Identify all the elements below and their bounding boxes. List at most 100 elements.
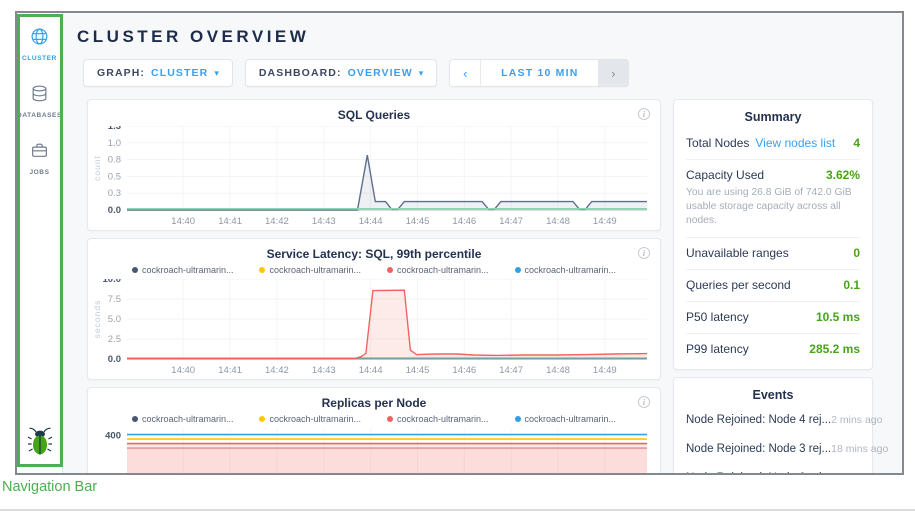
legend-dot-icon — [387, 267, 393, 273]
time-range-value[interactable]: LAST 10 MIN — [480, 60, 598, 86]
svg-text:14:44: 14:44 — [359, 216, 383, 227]
summary-row-value: 0.1 — [843, 278, 860, 292]
legend-item: cockroach-ultramarin... — [259, 414, 361, 424]
databases-icon — [30, 84, 49, 108]
summary-row-label: P99 latency — [686, 342, 749, 356]
chart-title: Service Latency: SQL, 99th percentile — [91, 247, 657, 261]
sidebar-item-label: JOBS — [29, 169, 49, 176]
dashboard-content: SQL Queries i 0.00.30.50.81.01.314:4014:… — [87, 99, 902, 473]
summary-row-label: Unavailable ranges — [686, 246, 789, 260]
graph-dropdown-label: GRAPH: — [97, 67, 145, 79]
dashboard-dropdown[interactable]: DASHBOARD: OVERVIEW ▾ — [245, 59, 437, 87]
event-row[interactable]: Node Rejoined: Node 3 rej...18 mins ago — [686, 435, 860, 464]
svg-text:14:43: 14:43 — [312, 365, 336, 376]
svg-text:14:49: 14:49 — [593, 365, 617, 376]
svg-text:seconds: seconds — [92, 300, 102, 339]
time-range-next-button[interactable]: › — [598, 60, 628, 86]
main-content: CLUSTER OVERVIEW GRAPH: CLUSTER ▾ DASHBO… — [63, 13, 902, 473]
svg-text:14:47: 14:47 — [499, 216, 523, 227]
summary-row: Queries per second0.1 — [686, 270, 860, 302]
legend-dot-icon — [259, 267, 265, 273]
service-latency-chart-card: Service Latency: SQL, 99th percentile i … — [87, 238, 661, 380]
event-row[interactable]: Node Rejoined: Node 4 rej...2 mins ago — [686, 406, 860, 435]
svg-text:2.5: 2.5 — [108, 334, 121, 345]
view-nodes-list-link[interactable]: View nodes list — [755, 136, 835, 150]
sidebar-nav: CLUSTER DATABASES JOBS — [17, 27, 62, 198]
summary-row: Total Nodes View nodes list 4 — [686, 128, 860, 160]
charts-column: SQL Queries i 0.00.30.50.81.01.314:4014:… — [87, 99, 661, 473]
summary-row-value: 0 — [853, 246, 860, 260]
svg-text:14:47: 14:47 — [499, 365, 523, 376]
info-icon[interactable]: i — [638, 108, 650, 120]
summary-rows: Total NodesView nodes list4Capacity Used… — [686, 128, 860, 365]
svg-text:0.0: 0.0 — [108, 354, 121, 365]
summary-row: P99 latency 285.2 ms — [686, 334, 860, 365]
event-rows: Node Rejoined: Node 4 rej...2 mins agoNo… — [686, 406, 860, 473]
summary-row-value: 4 — [853, 136, 860, 150]
chart-title: Replicas per Node — [91, 396, 657, 410]
svg-text:14:45: 14:45 — [406, 365, 430, 376]
svg-text:5.0: 5.0 — [108, 314, 121, 325]
svg-text:14:46: 14:46 — [452, 365, 476, 376]
toolbar: GRAPH: CLUSTER ▾ DASHBOARD: OVERVIEW ▾ ‹… — [83, 59, 902, 87]
svg-text:7.5: 7.5 — [108, 294, 121, 305]
info-icon[interactable]: i — [638, 396, 650, 408]
legend-item: cockroach-ultramarin... — [132, 414, 234, 424]
sidebar-item-jobs[interactable]: JOBS — [29, 141, 49, 176]
app-window: CLUSTER DATABASES JOBS CLUSTER OVERVIEW GR… — [15, 11, 904, 475]
legend-item: cockroach-ultramarin... — [515, 414, 617, 424]
cockroachdb-logo[interactable] — [27, 426, 53, 461]
svg-text:14:45: 14:45 — [406, 216, 430, 227]
time-range-prev-button[interactable]: ‹ — [450, 60, 480, 86]
sidebar-item-databases[interactable]: DATABASES — [17, 84, 62, 119]
sql-queries-chart-card: SQL Queries i 0.00.30.50.81.01.314:4014:… — [87, 99, 661, 231]
summary-title: Summary — [686, 100, 860, 128]
sidebar-item-cluster[interactable]: CLUSTER — [22, 27, 57, 62]
events-title: Events — [686, 378, 860, 406]
event-text: Node Rejoined: Node 4 rej... — [686, 414, 831, 426]
time-range-selector: ‹ LAST 10 MIN › — [449, 59, 629, 87]
summary-row-value: 285.2 ms — [809, 342, 860, 356]
events-panel: Events Node Rejoined: Node 4 rej...2 min… — [673, 377, 873, 473]
svg-text:10.0: 10.0 — [103, 279, 122, 285]
legend-dot-icon — [259, 416, 265, 422]
annotation-bottom-rule — [0, 509, 915, 511]
svg-text:14:48: 14:48 — [546, 365, 570, 376]
right-column: Summary Total NodesView nodes list4Capac… — [673, 99, 873, 473]
svg-text:14:46: 14:46 — [452, 216, 476, 227]
replicas-per-node-chart-card: Replicas per Node i cockroach-ultramarin… — [87, 387, 661, 473]
svg-text:1.0: 1.0 — [108, 138, 121, 149]
event-time: 18 mins ago — [831, 443, 888, 455]
summary-row-caption: You are using 26.8 GiB of 742.0 GiB usab… — [686, 186, 860, 228]
svg-text:14:43: 14:43 — [312, 216, 336, 227]
svg-text:0.8: 0.8 — [108, 155, 121, 166]
service-latency-plot: 0.02.55.07.510.014:4014:4114:4214:4314:4… — [91, 279, 657, 379]
chevron-down-icon: ▾ — [419, 68, 424, 79]
summary-row-value: 3.62% — [826, 168, 860, 182]
legend-item: cockroach-ultramarin... — [387, 265, 489, 275]
chart-legend: cockroach-ultramarin... cockroach-ultrama… — [91, 265, 657, 275]
sidebar-item-label: DATABASES — [17, 112, 62, 119]
svg-text:14:42: 14:42 — [265, 216, 289, 227]
event-row[interactable]: Node Rejoined: Node 2 rej...31 mins ago — [686, 464, 860, 473]
svg-text:count: count — [92, 155, 102, 181]
svg-text:14:48: 14:48 — [546, 216, 570, 227]
navigation-sidebar: CLUSTER DATABASES JOBS — [17, 13, 63, 473]
sql-queries-plot: 0.00.30.50.81.01.314:4014:4114:4214:4314… — [91, 126, 657, 230]
graph-dropdown[interactable]: GRAPH: CLUSTER ▾ — [83, 59, 233, 87]
svg-text:0.3: 0.3 — [108, 188, 121, 199]
event-time: 2 mins ago — [831, 414, 882, 426]
svg-text:14:42: 14:42 — [265, 365, 289, 376]
svg-text:400: 400 — [105, 431, 121, 442]
event-text: Node Rejoined: Node 3 rej... — [686, 443, 831, 455]
svg-text:0.0: 0.0 — [108, 205, 121, 216]
summary-row-label: Total Nodes — [686, 136, 749, 150]
dashboard-dropdown-label: DASHBOARD: — [259, 67, 342, 79]
svg-text:14:41: 14:41 — [218, 216, 242, 227]
legend-dot-icon — [515, 267, 521, 273]
cluster-globe-icon — [30, 27, 49, 51]
info-icon[interactable]: i — [638, 247, 650, 259]
jobs-icon — [30, 141, 49, 165]
chevron-down-icon: ▾ — [214, 68, 219, 79]
legend-item: cockroach-ultramarin... — [515, 265, 617, 275]
